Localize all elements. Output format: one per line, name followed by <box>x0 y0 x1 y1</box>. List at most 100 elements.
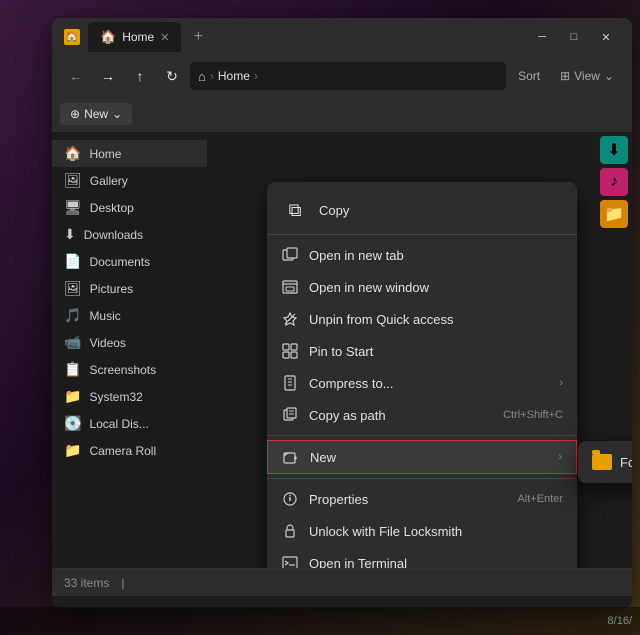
sidebar-item-local-disk[interactable]: 💽 Local Dis... <box>52 410 207 437</box>
cm-open-new-tab[interactable]: Open in new tab <box>267 239 577 271</box>
file-explorer-window: 🏠 🏠 Home ✕ + ─ □ ✕ ← → ↑ ↻ ⌂ › Home › So… <box>52 18 632 608</box>
forward-btn[interactable]: → <box>94 62 122 90</box>
view-icon: ⊞ <box>560 69 570 83</box>
submenu-folder[interactable]: Folder <box>578 447 632 477</box>
maximize-btn[interactable]: □ <box>560 26 588 48</box>
back-btn[interactable]: ← <box>62 62 90 90</box>
cm-pin-to-start[interactable]: Pin to Start <box>267 335 577 367</box>
new-btn-arrow: ⌄ <box>112 107 122 121</box>
submenu-new: Folder <box>578 441 632 483</box>
cm-unlock-file-locksmith-icon <box>281 522 299 540</box>
music-sidebar-icon: 🎵 <box>64 307 81 324</box>
music-sidebar-label: Music <box>89 309 120 323</box>
cm-properties-icon <box>281 490 299 508</box>
up-btn[interactable]: ↑ <box>126 62 154 90</box>
close-btn[interactable]: ✕ <box>592 26 620 48</box>
cm-unpin-quick-access[interactable]: Unpin from Quick access <box>267 303 577 335</box>
tab-close-btn[interactable]: ✕ <box>160 31 169 44</box>
address-sep1: › <box>210 69 214 83</box>
cm-new[interactable]: New › Folder <box>267 440 577 474</box>
cm-unpin-quick-access-icon <box>281 310 299 328</box>
cm-copy-as-path-icon <box>281 406 299 424</box>
cm-copy-label: Copy <box>319 203 349 218</box>
cm-copy-as-path-label: Copy as path <box>309 408 493 423</box>
view-arrow: ⌄ <box>604 69 614 83</box>
sort-label: Sort <box>518 69 540 83</box>
cursor-indicator: | <box>121 576 124 590</box>
cm-properties-label: Properties <box>309 492 507 507</box>
cm-unpin-quick-access-label: Unpin from Quick access <box>309 312 563 327</box>
cm-copy-as-path-shortcut: Ctrl+Shift+C <box>503 409 563 421</box>
submenu-folder-label: Folder <box>620 455 632 470</box>
cm-open-terminal[interactable]: Open in Terminal <box>267 547 577 568</box>
sort-btn[interactable]: Sort <box>510 65 548 87</box>
address-home-label: Home <box>218 69 250 83</box>
context-menu: ⧉ Copy Open in new tab <box>267 182 577 568</box>
cm-open-new-tab-label: Open in new tab <box>309 248 563 263</box>
desktop-sidebar-icon: 🖥 <box>64 199 82 216</box>
sidebar-item-music[interactable]: 🎵 Music <box>52 302 207 329</box>
new-btn-label: New <box>84 107 108 121</box>
new-tab-btn[interactable]: + <box>185 24 211 50</box>
system32-sidebar-label: System32 <box>89 390 142 404</box>
right-panel: ⬇ ♪ 📁 <box>596 132 632 232</box>
minimize-btn[interactable]: ─ <box>528 26 556 48</box>
cm-open-terminal-label: Open in Terminal <box>309 556 563 569</box>
desktop-sidebar-label: Desktop <box>90 201 134 215</box>
tab-home-icon: 🏠 <box>100 29 116 45</box>
pictures-sidebar-label: Pictures <box>90 282 133 296</box>
gallery-sidebar-label: Gallery <box>90 174 128 188</box>
cm-open-terminal-icon <box>281 554 299 568</box>
view-label: View <box>574 69 600 83</box>
cm-new-arrow: › <box>558 451 562 463</box>
local-disk-sidebar-label: Local Dis... <box>89 417 148 431</box>
cm-copy-as-path[interactable]: Copy as path Ctrl+Shift+C <box>267 399 577 431</box>
cm-open-new-tab-icon <box>281 246 299 264</box>
cm-properties[interactable]: Properties Alt+Enter <box>267 483 577 515</box>
tab-home-label: Home <box>122 30 154 44</box>
cm-unlock-file-locksmith[interactable]: Unlock with File Locksmith <box>267 515 577 547</box>
view-btn[interactable]: ⊞ View ⌄ <box>552 65 622 87</box>
download-rp-icon: ⬇ <box>600 136 628 164</box>
videos-sidebar-label: Videos <box>89 336 125 350</box>
sidebar-item-gallery[interactable]: 🖼 Gallery <box>52 167 207 194</box>
downloads-sidebar-label: Downloads <box>84 228 143 242</box>
titlebar: 🏠 🏠 Home ✕ + ─ □ ✕ <box>52 18 632 56</box>
sidebar-item-pictures[interactable]: 🖼 Pictures <box>52 275 207 302</box>
items-count: 33 items <box>64 576 109 590</box>
sidebar-item-system32[interactable]: 📁 System32 <box>52 383 207 410</box>
documents-sidebar-label: Documents <box>89 255 150 269</box>
sidebar-item-downloads[interactable]: ⬇ Downloads <box>52 221 207 248</box>
sidebar-item-screenshots[interactable]: 📋 Screenshots <box>52 356 207 383</box>
tab-area: 🏠 Home ✕ + <box>88 18 520 56</box>
cm-divider-2 <box>267 435 577 436</box>
tab-home[interactable]: 🏠 Home ✕ <box>88 22 181 52</box>
local-disk-sidebar-icon: 💽 <box>64 415 81 432</box>
cm-pin-to-start-icon <box>281 342 299 360</box>
cm-divider-1 <box>267 234 577 235</box>
sidebar-item-documents[interactable]: 📄 Documents <box>52 248 207 275</box>
cm-open-new-window-label: Open in new window <box>309 280 563 295</box>
home-sidebar-icon: 🏠 <box>64 145 81 162</box>
window-controls: ─ □ ✕ <box>528 26 620 48</box>
toolbar: ← → ↑ ↻ ⌂ › Home › Sort ⊞ View ⌄ <box>52 56 632 96</box>
cm-compress-to[interactable]: Compress to... › <box>267 367 577 399</box>
cm-divider-3 <box>267 478 577 479</box>
cm-open-new-window-icon <box>281 278 299 296</box>
new-btn[interactable]: ⊕ New ⌄ <box>60 103 132 125</box>
cm-open-new-window[interactable]: Open in new window <box>267 271 577 303</box>
cm-copy-section: ⧉ Copy <box>267 188 577 230</box>
cm-pin-to-start-label: Pin to Start <box>309 344 563 359</box>
sidebar-item-videos[interactable]: 📹 Videos <box>52 329 207 356</box>
refresh-btn[interactable]: ↻ <box>158 62 186 90</box>
taskbar-bottom: 8/16/ <box>0 607 640 635</box>
sidebar-item-desktop[interactable]: 🖥 Desktop <box>52 194 207 221</box>
cm-copy-icon: ⧉ <box>279 194 311 226</box>
cm-unlock-file-locksmith-label: Unlock with File Locksmith <box>309 524 563 539</box>
downloads-sidebar-icon: ⬇ <box>64 226 76 243</box>
cm-compress-to-arrow: › <box>559 377 563 389</box>
address-bar[interactable]: ⌂ › Home › <box>190 62 506 90</box>
cm-copy-row[interactable]: ⧉ Copy <box>279 194 565 226</box>
sidebar-item-home[interactable]: 🏠 Home <box>52 140 207 167</box>
sidebar-item-camera-roll[interactable]: 📁 Camera Roll <box>52 437 207 464</box>
